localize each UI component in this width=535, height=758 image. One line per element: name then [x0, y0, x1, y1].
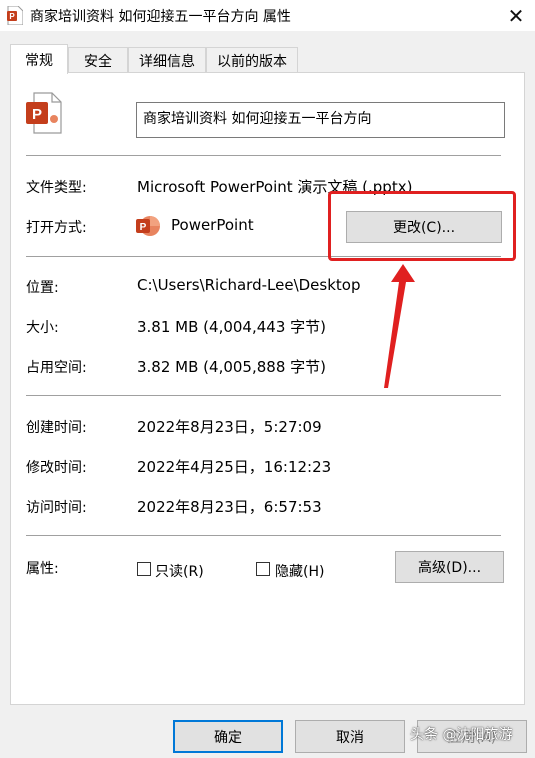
powerpoint-file-icon: P — [26, 92, 62, 134]
tab-security[interactable]: 安全 — [68, 47, 128, 73]
powerpoint-file-icon: P — [7, 6, 23, 25]
divider — [26, 256, 501, 257]
readonly-checkbox[interactable] — [137, 562, 151, 576]
window-title: 商家培训资料 如何迎接五一平台方向 属性 — [30, 9, 291, 25]
file-type-value: Microsoft PowerPoint 演示文稿 (.pptx) — [137, 178, 413, 196]
accessed-label: 访问时间: — [26, 500, 87, 516]
size-label: 大小: — [26, 320, 59, 336]
title-bar: P 商家培训资料 如何迎接五一平台方向 属性 ✕ — [0, 0, 535, 31]
open-with-label: 打开方式: — [26, 220, 87, 236]
modified-label: 修改时间: — [26, 460, 87, 476]
divider — [26, 155, 501, 156]
modified-value: 2022年4月25日，16:12:23 — [137, 458, 332, 476]
svg-text:P: P — [140, 222, 147, 233]
advanced-button[interactable]: 高级(D)... — [395, 551, 504, 583]
ok-button[interactable]: 确定 — [173, 720, 283, 753]
svg-text:P: P — [9, 12, 15, 21]
file-name-field[interactable]: 商家培训资料 如何迎接五一平台方向 — [136, 102, 505, 138]
svg-text:P: P — [32, 106, 42, 123]
change-button[interactable]: 更改(C)... — [346, 211, 502, 243]
location-value: C:\Users\Richard-Lee\Desktop — [137, 276, 361, 294]
disk-size-label: 占用空间: — [26, 360, 87, 376]
file-type-label: 文件类型: — [26, 180, 87, 196]
tab-general[interactable]: 常规 — [10, 44, 68, 74]
tab-strip: 常规 安全 详细信息 以前的版本 — [0, 44, 535, 74]
open-with-value: PowerPoint — [171, 216, 254, 234]
accessed-value: 2022年8月23日，6:57:53 — [137, 498, 322, 516]
readonly-label[interactable]: 只读(R) — [155, 561, 204, 581]
general-panel — [10, 72, 525, 705]
hidden-checkbox[interactable] — [256, 562, 270, 576]
tab-details[interactable]: 详细信息 — [128, 47, 206, 73]
disk-size-value: 3.82 MB (4,005,888 字节) — [137, 358, 326, 376]
cancel-button[interactable]: 取消 — [295, 720, 405, 753]
location-label: 位置: — [26, 280, 59, 296]
created-label: 创建时间: — [26, 420, 87, 436]
close-button[interactable]: ✕ — [497, 0, 535, 31]
size-value: 3.81 MB (4,004,443 字节) — [137, 318, 326, 336]
tab-previous-versions[interactable]: 以前的版本 — [206, 47, 298, 73]
powerpoint-app-icon: P — [136, 216, 160, 236]
attributes-label: 属性: — [26, 561, 59, 577]
watermark: 头条 @沈阳旅游 — [410, 727, 513, 743]
divider — [26, 535, 501, 536]
created-value: 2022年8月23日，5:27:09 — [137, 418, 322, 436]
close-icon: ✕ — [507, 3, 525, 28]
hidden-label[interactable]: 隐藏(H) — [275, 561, 324, 581]
divider — [26, 395, 501, 396]
